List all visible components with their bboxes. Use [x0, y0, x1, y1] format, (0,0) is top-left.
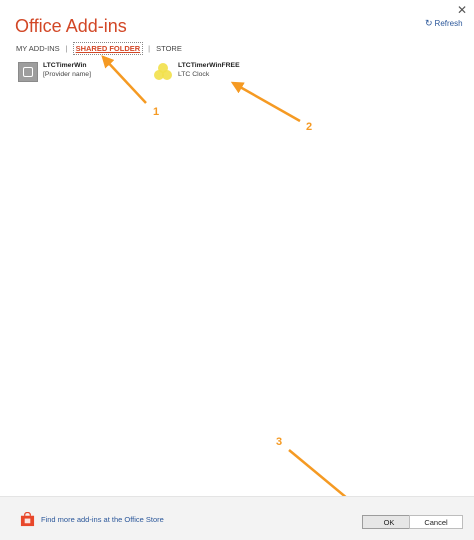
- office-store-link[interactable]: Find more add-ins at the Office Store: [20, 512, 164, 527]
- callout-arrow-2: [230, 81, 301, 123]
- callout-number-3: 3: [276, 436, 283, 448]
- callout-number-2: 2: [306, 121, 313, 133]
- store-link-text: Find more add-ins at the Office Store: [41, 515, 164, 524]
- callout-arrow-1: [101, 55, 147, 104]
- office-store-bag-icon: [20, 512, 35, 527]
- annotation-arrows: [101, 55, 367, 515]
- cancel-button[interactable]: Cancel: [409, 515, 463, 529]
- ok-button[interactable]: OK: [362, 515, 416, 529]
- dialog-footer: Find more add-ins at the Office Store OK…: [0, 496, 474, 540]
- callout-number-1: 1: [153, 106, 160, 118]
